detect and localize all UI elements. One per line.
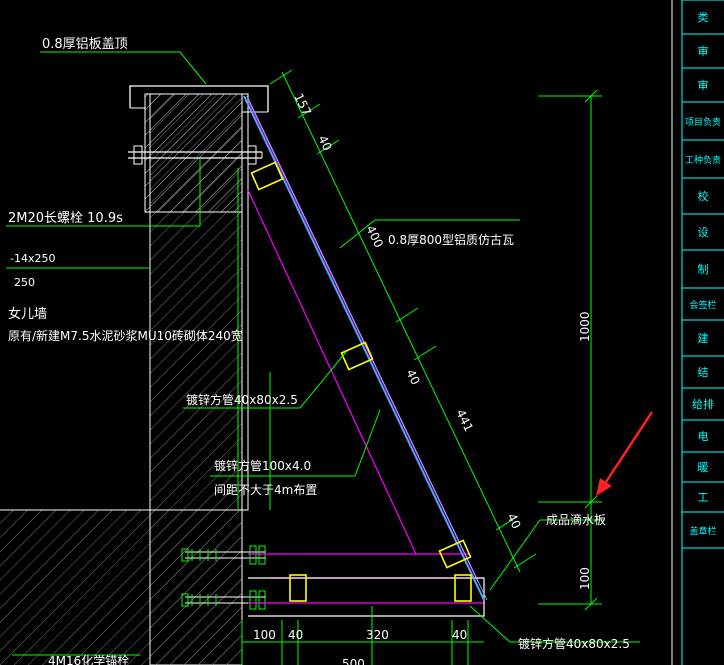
cad-drawing: 0.8厚铝板盖顶 2M20长螺栓 10.9s -14x250 250 女儿墙 原… (0, 0, 724, 665)
title-block-cell: 项目负责 (685, 116, 721, 128)
title-block-cell: 审 (698, 78, 709, 92)
dim-bottom-40-a: 40 (288, 628, 303, 642)
dim-1000: 1000 (578, 311, 592, 342)
dim-40-b: 40 (403, 367, 422, 387)
label-bolt: 2M20长螺栓 10.9s (8, 211, 123, 226)
bottom-beam (248, 577, 485, 617)
label-tile: 0.8厚800型铝质仿古瓦 (388, 232, 514, 247)
title-block: 类审审项目负责工种负责校设制会签栏建结给排电暖工盖章栏 (671, 0, 724, 665)
title-block-cell: 电 (698, 430, 709, 443)
cap-block (144, 93, 243, 213)
vertical-dimension (538, 89, 602, 611)
label-wall-desc: 原有/新建M7.5水泥砂浆MU10砖砌体240宽 (8, 328, 243, 343)
label-plate: -14x250 (10, 252, 55, 265)
dim-bottom-500: 500 (342, 657, 365, 665)
title-block-cell: 结 (698, 366, 709, 379)
concrete-slab (0, 510, 242, 665)
title-block-cell: 给排 (692, 397, 714, 411)
dim-100-v: 100 (578, 567, 592, 590)
label-tube-small: 镀锌方管40x80x2.5 (186, 392, 298, 407)
title-block-cell: 工 (698, 491, 709, 504)
dim-441: 441 (453, 407, 476, 434)
title-block-cell: 类 (698, 10, 709, 24)
label-parapet: 女儿墙 (8, 306, 47, 322)
title-block-cell: 会签栏 (689, 299, 716, 311)
dim-bottom-320: 320 (366, 628, 389, 642)
title-block-cell: 制 (698, 263, 709, 276)
steel-plate (241, 93, 249, 511)
purlin-tubes (250, 161, 472, 602)
dim-bottom-100: 100 (253, 628, 276, 642)
dim-400: 400 (363, 223, 386, 250)
dim-40-a: 40 (315, 133, 334, 153)
dim-bottom-40-b: 40 (452, 628, 467, 642)
label-spacing: 间距不大于4m布置 (214, 483, 317, 497)
label-drip: 成品滴水板 (546, 512, 606, 527)
title-block-cell: 审 (698, 44, 709, 58)
title-block-cell: 校 (698, 189, 709, 203)
label-tube-bottom: 镀锌方管40x80x2.5 (518, 636, 630, 651)
title-block-cell: 盖章栏 (689, 525, 716, 537)
red-arrow (596, 411, 654, 496)
dim-40-c: 40 (504, 511, 523, 531)
title-block-cell: 工种负责 (685, 154, 721, 166)
label-anchor: 4M16化学锚栓 (48, 653, 129, 665)
title-block-cell: 暖 (698, 461, 709, 474)
title-block-cell: 设 (698, 226, 709, 239)
label-aluminum-cap: 0.8厚铝板盖顶 (42, 37, 128, 52)
title-block-cell: 建 (698, 331, 709, 345)
label-plate-width: 250 (14, 276, 35, 289)
label-tube-big: 镀锌方管100x4.0 (214, 458, 311, 473)
dim-157: 157 (291, 91, 314, 118)
